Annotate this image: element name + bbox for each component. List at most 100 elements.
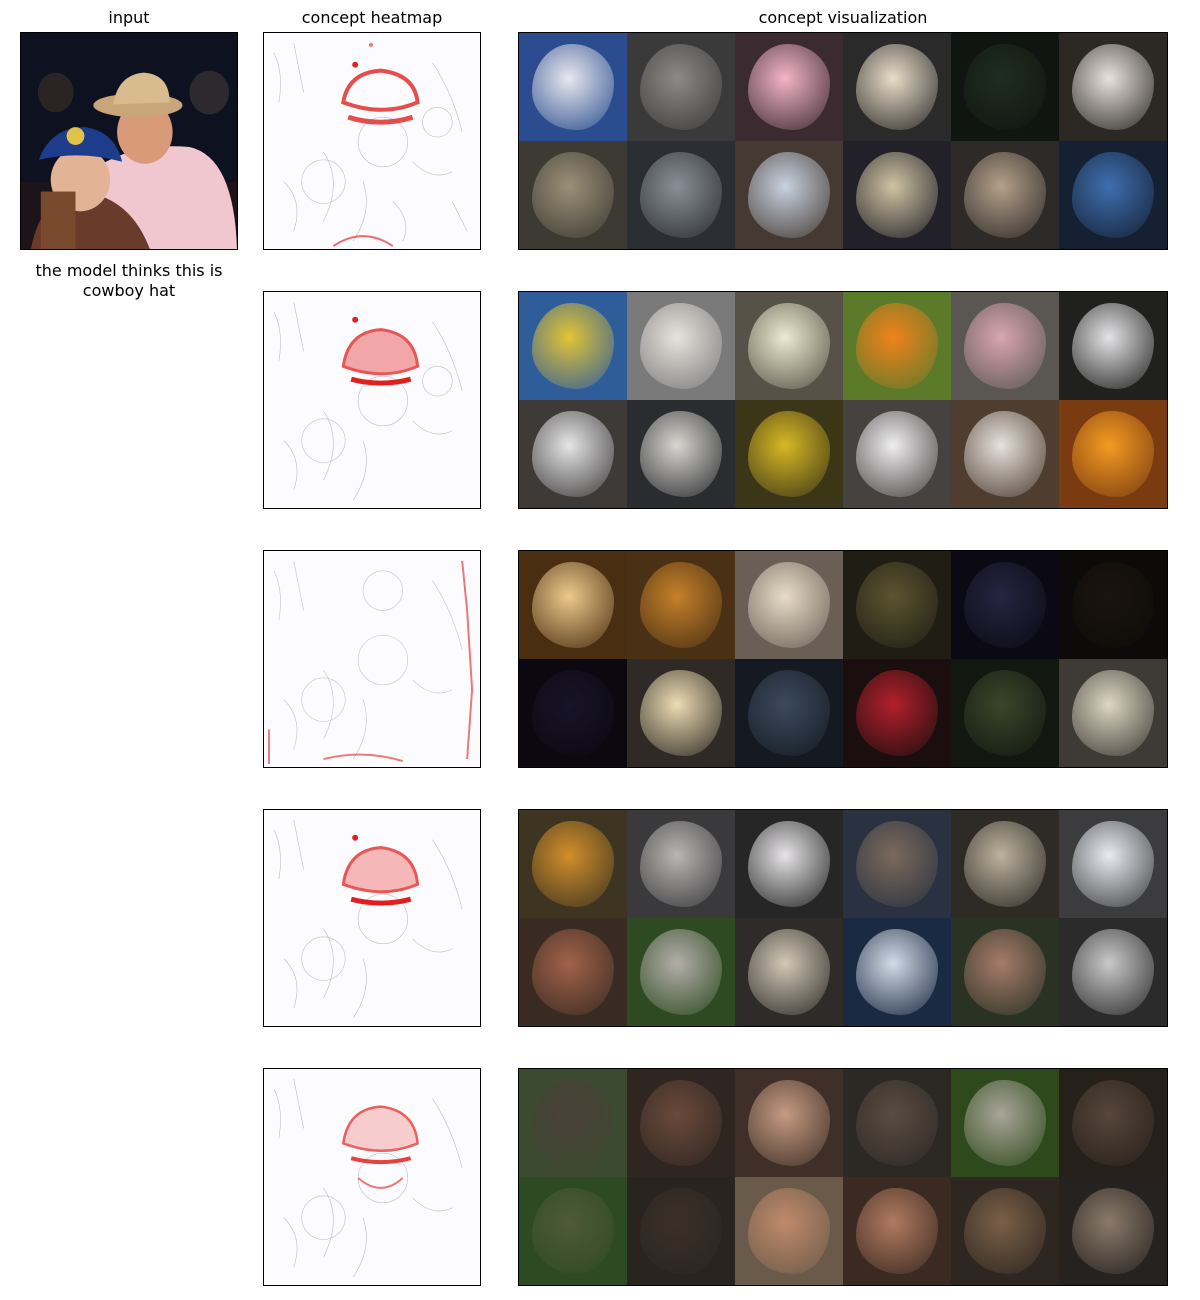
concept-region xyxy=(963,561,1047,649)
concept-region xyxy=(531,669,615,757)
concept-region xyxy=(1071,928,1155,1016)
concept-region xyxy=(639,43,723,131)
concept-example-tile xyxy=(843,400,951,508)
concept-example-tile xyxy=(1059,1177,1167,1285)
concept-example-tile xyxy=(519,292,627,400)
concept-example-tile xyxy=(1059,292,1167,400)
concept-region xyxy=(531,820,615,908)
concept-region xyxy=(963,302,1047,390)
concept-example-tile xyxy=(735,551,843,659)
concept-example-tile xyxy=(627,1069,735,1177)
concept-heatmap-1 xyxy=(263,32,481,250)
concept-example-tile xyxy=(951,918,1059,1026)
concept-example-tile xyxy=(627,659,735,767)
concept-heatmap-5 xyxy=(263,1068,481,1286)
concept-region xyxy=(1071,302,1155,390)
concept-region xyxy=(747,820,831,908)
concept-example-tile xyxy=(519,918,627,1026)
concept-example-tile xyxy=(519,810,627,918)
concept-region xyxy=(639,820,723,908)
visualization-column-title: concept visualization xyxy=(758,8,928,27)
concept-region xyxy=(963,928,1047,1016)
concept-example-tile xyxy=(519,400,627,508)
concept-example-tile xyxy=(519,33,627,141)
concept-region xyxy=(531,302,615,390)
concept-example-tile xyxy=(627,33,735,141)
concept-example-tile xyxy=(843,1069,951,1177)
concept-region xyxy=(639,669,723,757)
concept-region xyxy=(747,1187,831,1275)
concept-example-tile xyxy=(843,810,951,918)
concept-example-tile xyxy=(1059,141,1167,249)
concept-example-tile xyxy=(627,1177,735,1285)
concept-region xyxy=(1071,151,1155,239)
concept-region xyxy=(963,1079,1047,1167)
concept-example-tile xyxy=(519,141,627,249)
concept-example-tile xyxy=(843,141,951,249)
concept-example-tile xyxy=(1059,659,1167,767)
concept-example-tile xyxy=(951,551,1059,659)
concept-region xyxy=(855,669,939,757)
concept-region xyxy=(1071,1187,1155,1275)
concept-region xyxy=(1071,669,1155,757)
concept-region xyxy=(855,151,939,239)
concept-region xyxy=(855,410,939,498)
concept-example-tile xyxy=(843,659,951,767)
concept-example-tile xyxy=(843,1177,951,1285)
concept-region xyxy=(639,1079,723,1167)
concept-region xyxy=(531,1187,615,1275)
concept-region xyxy=(855,561,939,649)
concept-region xyxy=(639,302,723,390)
concept-example-tile xyxy=(735,292,843,400)
concept-heatmap-3 xyxy=(263,550,481,768)
concept-example-tile xyxy=(1059,1069,1167,1177)
concept-example-tile xyxy=(627,292,735,400)
concept-region xyxy=(639,561,723,649)
concept-region xyxy=(531,928,615,1016)
concept-region xyxy=(531,561,615,649)
concept-example-tile xyxy=(951,1069,1059,1177)
concept-region xyxy=(963,43,1047,131)
input-image xyxy=(20,32,238,250)
concept-visualization-2 xyxy=(518,291,1168,509)
concept-region xyxy=(639,928,723,1016)
concept-example-tile xyxy=(951,141,1059,249)
concept-heatmap-2 xyxy=(263,291,481,509)
concept-example-tile xyxy=(951,1177,1059,1285)
concept-region xyxy=(1071,410,1155,498)
concept-example-tile xyxy=(735,1177,843,1285)
concept-example-tile xyxy=(627,400,735,508)
concept-region xyxy=(747,151,831,239)
concept-visualization-1 xyxy=(518,32,1168,250)
concept-example-tile xyxy=(735,659,843,767)
concept-region xyxy=(639,1187,723,1275)
concept-example-tile xyxy=(519,1177,627,1285)
concept-example-tile xyxy=(843,918,951,1026)
concept-region xyxy=(855,928,939,1016)
concept-region xyxy=(747,928,831,1016)
concept-example-tile xyxy=(627,810,735,918)
concept-example-tile xyxy=(735,810,843,918)
concept-example-tile xyxy=(627,918,735,1026)
concept-example-tile xyxy=(843,292,951,400)
concept-example-tile xyxy=(951,292,1059,400)
concept-example-tile xyxy=(735,33,843,141)
concept-example-tile xyxy=(1059,810,1167,918)
concept-example-tile xyxy=(1059,918,1167,1026)
input-column-title: input xyxy=(108,8,150,27)
concept-example-tile xyxy=(1059,400,1167,508)
concept-example-tile xyxy=(627,141,735,249)
concept-example-tile xyxy=(735,1069,843,1177)
concept-region xyxy=(639,410,723,498)
concept-region xyxy=(747,1079,831,1167)
concept-region xyxy=(855,820,939,908)
concept-heatmap-4 xyxy=(263,809,481,1027)
concept-region xyxy=(963,1187,1047,1275)
concept-example-tile xyxy=(735,400,843,508)
concept-region xyxy=(747,669,831,757)
concept-example-tile xyxy=(951,659,1059,767)
concept-example-tile xyxy=(519,659,627,767)
concept-region xyxy=(747,302,831,390)
concept-example-tile xyxy=(951,33,1059,141)
concept-example-tile xyxy=(843,551,951,659)
